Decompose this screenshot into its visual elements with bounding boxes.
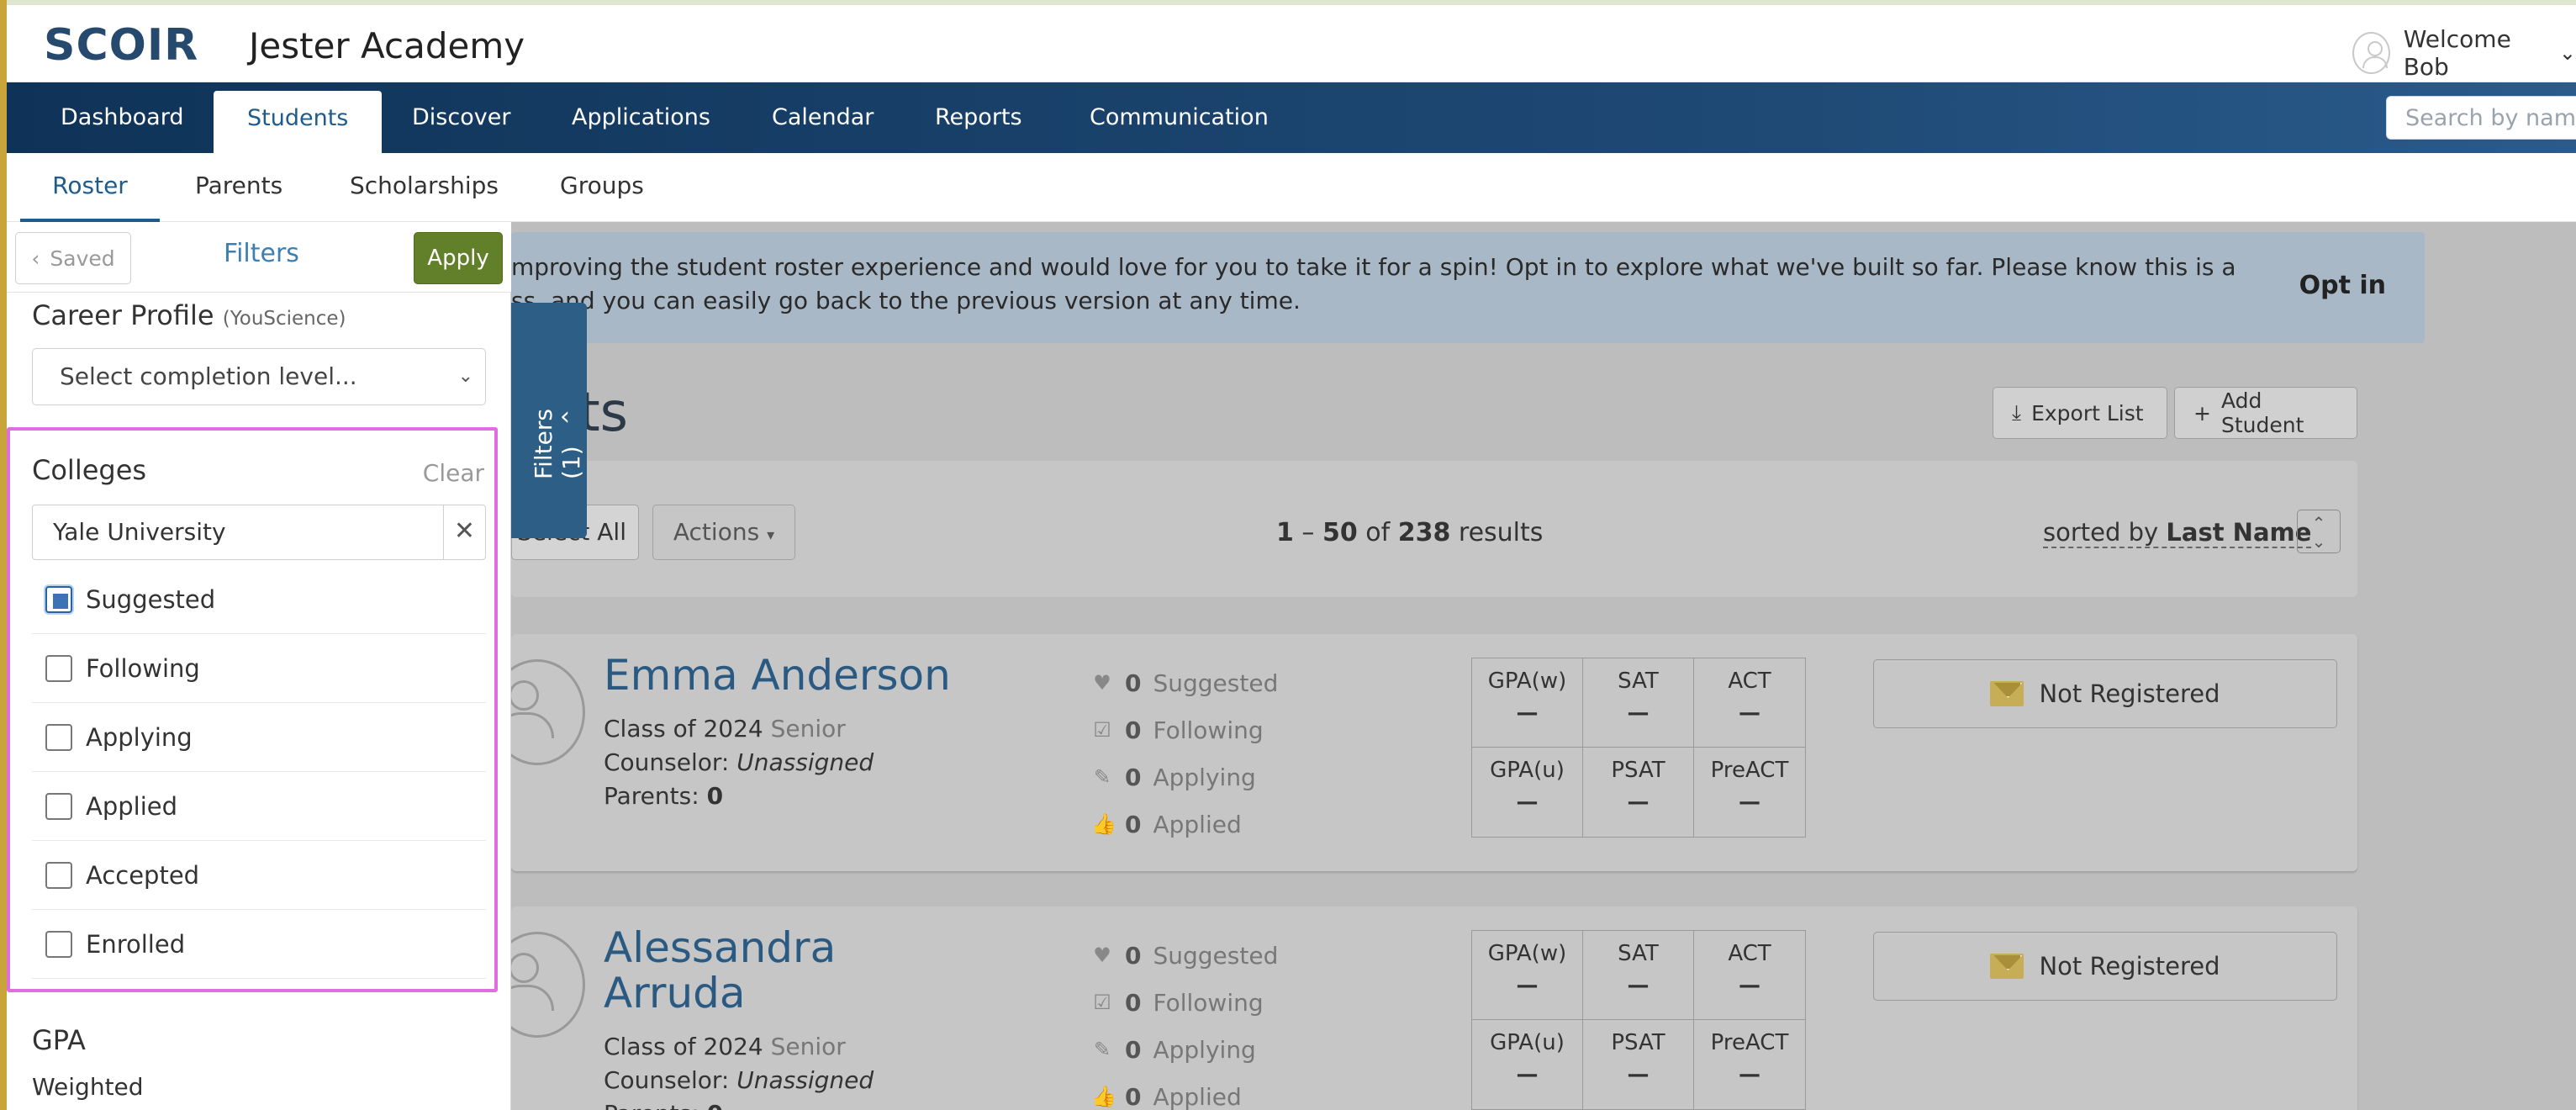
checkbox[interactable] <box>45 861 72 889</box>
student-search-input[interactable]: Search by name <box>2386 96 2576 140</box>
heart-icon: ♥ <box>1093 671 1111 695</box>
chevron-left-icon: ‹ <box>31 246 40 271</box>
filters-tab-label: Filters (1) <box>530 409 585 479</box>
completion-level-select[interactable]: Select completion level... ⌄ <box>32 348 486 405</box>
checkbox-applying[interactable]: Applying <box>32 703 486 772</box>
left-edge-bar <box>0 0 7 1110</box>
download-icon: ⤓ <box>2012 400 2022 425</box>
caret-down-icon: ▾ <box>767 526 775 544</box>
college-stats: ♥ 0 Suggested ☑ 0 Following ✎ 0 Applying 👍 0 App… <box>1091 669 1279 838</box>
sub-nav: Roster Parents Scholarships Groups <box>7 153 2576 222</box>
gpa-weighted-label: Weighted <box>32 1073 144 1101</box>
tab-parents[interactable]: Parents <box>195 153 282 222</box>
sort-toggle-icon[interactable]: ⌃ ⌄ <box>2297 510 2341 553</box>
student-parents: Parents: 0 <box>604 782 724 810</box>
score-grid: GPA(w) — SAT — ACT — GPA(u) — PSAT — PreACT — <box>1471 930 1806 1110</box>
nav-reports[interactable]: Reports <box>901 82 1056 153</box>
opt-in-banner: mproving the student roster experience a… <box>511 232 2425 343</box>
welcome-text: Welcome Bob <box>2403 25 2511 81</box>
student-name[interactable]: Emma Anderson <box>604 653 957 698</box>
user-avatar-icon <box>2352 32 2390 74</box>
app-header: SCOIR Jester Academy Welcome Bob ⌄ <box>7 5 2576 82</box>
checkbox-enrolled[interactable]: Enrolled <box>32 910 486 979</box>
filters-header: ‹ Saved Filters Apply <box>7 222 511 293</box>
export-list-button[interactable]: ⤓ Export List <box>1993 387 2167 439</box>
add-student-button[interactable]: + Add Student <box>2174 387 2357 439</box>
sort-dropdown[interactable]: sorted by Last Name <box>2043 518 2312 548</box>
pencil-icon: ✎ <box>1093 765 1111 789</box>
checkbox[interactable] <box>45 654 72 682</box>
roster-toolbar: Select All Actions ▾ 1 – 50 of 238 resul… <box>511 461 2357 597</box>
check-square-icon: ☑ <box>1093 718 1111 742</box>
student-card[interactable]: Alessandra Arruda Class of 2024 Senior C… <box>489 906 2357 1110</box>
clear-colleges-link[interactable]: Clear <box>423 459 484 487</box>
checkbox-accepted[interactable]: Accepted <box>32 841 486 910</box>
chevron-left-icon: ‹ <box>560 402 570 431</box>
scoir-logo[interactable]: SCOIR <box>44 20 198 71</box>
college-stats: ♥ 0 Suggested ☑ 0 Following ✎ 0 Applying 👍 0 App… <box>1091 941 1279 1110</box>
saved-filters-button[interactable]: ‹ Saved <box>15 232 131 284</box>
chevron-down-icon: ⌄ <box>457 366 473 387</box>
plus-icon: + <box>2193 400 2211 426</box>
career-profile-label: Career Profile (YouScience) <box>32 299 346 331</box>
college-search-input[interactable]: Yale University ✕ <box>32 505 486 560</box>
checkbox-applied[interactable]: Applied <box>32 772 486 841</box>
main-nav: Dashboard Students Discover Applications… <box>7 82 2576 153</box>
score-grid: GPA(w) — SAT — ACT — GPA(u) — PSAT — PreACT — <box>1471 658 1806 838</box>
checkbox[interactable] <box>45 585 72 613</box>
nav-discover[interactable]: Discover <box>378 82 544 153</box>
thumbs-up-icon: 👍 <box>1091 812 1116 836</box>
student-class: Class of 2024 Senior <box>604 715 846 743</box>
school-name: Jester Academy <box>249 25 525 66</box>
colleges-title: Colleges <box>32 454 147 486</box>
apply-button[interactable]: Apply <box>414 232 503 284</box>
envelope-icon <box>1990 954 2024 979</box>
student-name[interactable]: Alessandra Arruda <box>604 925 856 1016</box>
opt-in-link[interactable]: Opt in <box>2299 271 2386 300</box>
check-square-icon: ☑ <box>1093 991 1111 1014</box>
student-counselor: Counselor: Unassigned <box>604 1066 874 1094</box>
results-count: 1 – 50 of 238 results <box>1276 518 1544 547</box>
gpa-label: GPA <box>32 1024 86 1056</box>
checkbox-suggested[interactable]: Suggested <box>32 565 486 634</box>
chevron-down-icon: ⌄ <box>2558 41 2576 65</box>
nav-students[interactable]: Students <box>214 91 383 153</box>
banner-message: mproving the student roster experience a… <box>511 253 2243 314</box>
nav-communication[interactable]: Communication <box>1056 82 1302 153</box>
student-card[interactable]: Emma Anderson Class of 2024 Senior Couns… <box>489 634 2357 871</box>
tab-roster[interactable]: Roster <box>20 153 160 222</box>
envelope-icon <box>1990 681 2024 706</box>
checkbox-following[interactable]: Following <box>32 634 486 703</box>
checkbox[interactable] <box>45 930 72 958</box>
thumbs-up-icon: 👍 <box>1091 1085 1116 1108</box>
user-menu[interactable]: Welcome Bob ⌄ <box>2352 25 2576 81</box>
tab-scholarships[interactable]: Scholarships <box>350 153 499 222</box>
nav-calendar[interactable]: Calendar <box>738 82 907 153</box>
checkbox[interactable] <box>45 792 72 820</box>
nav-applications[interactable]: Applications <box>538 82 744 153</box>
actions-dropdown[interactable]: Actions ▾ <box>652 505 795 560</box>
filters-panel: ‹ Saved Filters Apply Career Profile (Yo… <box>7 222 511 1110</box>
pencil-icon: ✎ <box>1093 1038 1111 1061</box>
heart-icon: ♥ <box>1093 944 1111 967</box>
registration-status[interactable]: Not Registered <box>1873 932 2337 1001</box>
close-icon[interactable]: ✕ <box>443 505 485 559</box>
checkbox[interactable] <box>45 723 72 751</box>
student-class: Class of 2024 Senior <box>604 1033 846 1060</box>
registration-status[interactable]: Not Registered <box>1873 659 2337 728</box>
filters-toggle-tab[interactable]: Filters (1) ‹ <box>511 303 587 538</box>
filters-title: Filters <box>224 239 299 268</box>
student-counselor: Counselor: Unassigned <box>604 748 874 776</box>
colleges-filter: Colleges Clear Yale University ✕ Suggest… <box>7 427 498 992</box>
nav-dashboard[interactable]: Dashboard <box>27 82 217 153</box>
tab-groups[interactable]: Groups <box>560 153 644 222</box>
student-parents: Parents: 0 <box>604 1100 723 1110</box>
